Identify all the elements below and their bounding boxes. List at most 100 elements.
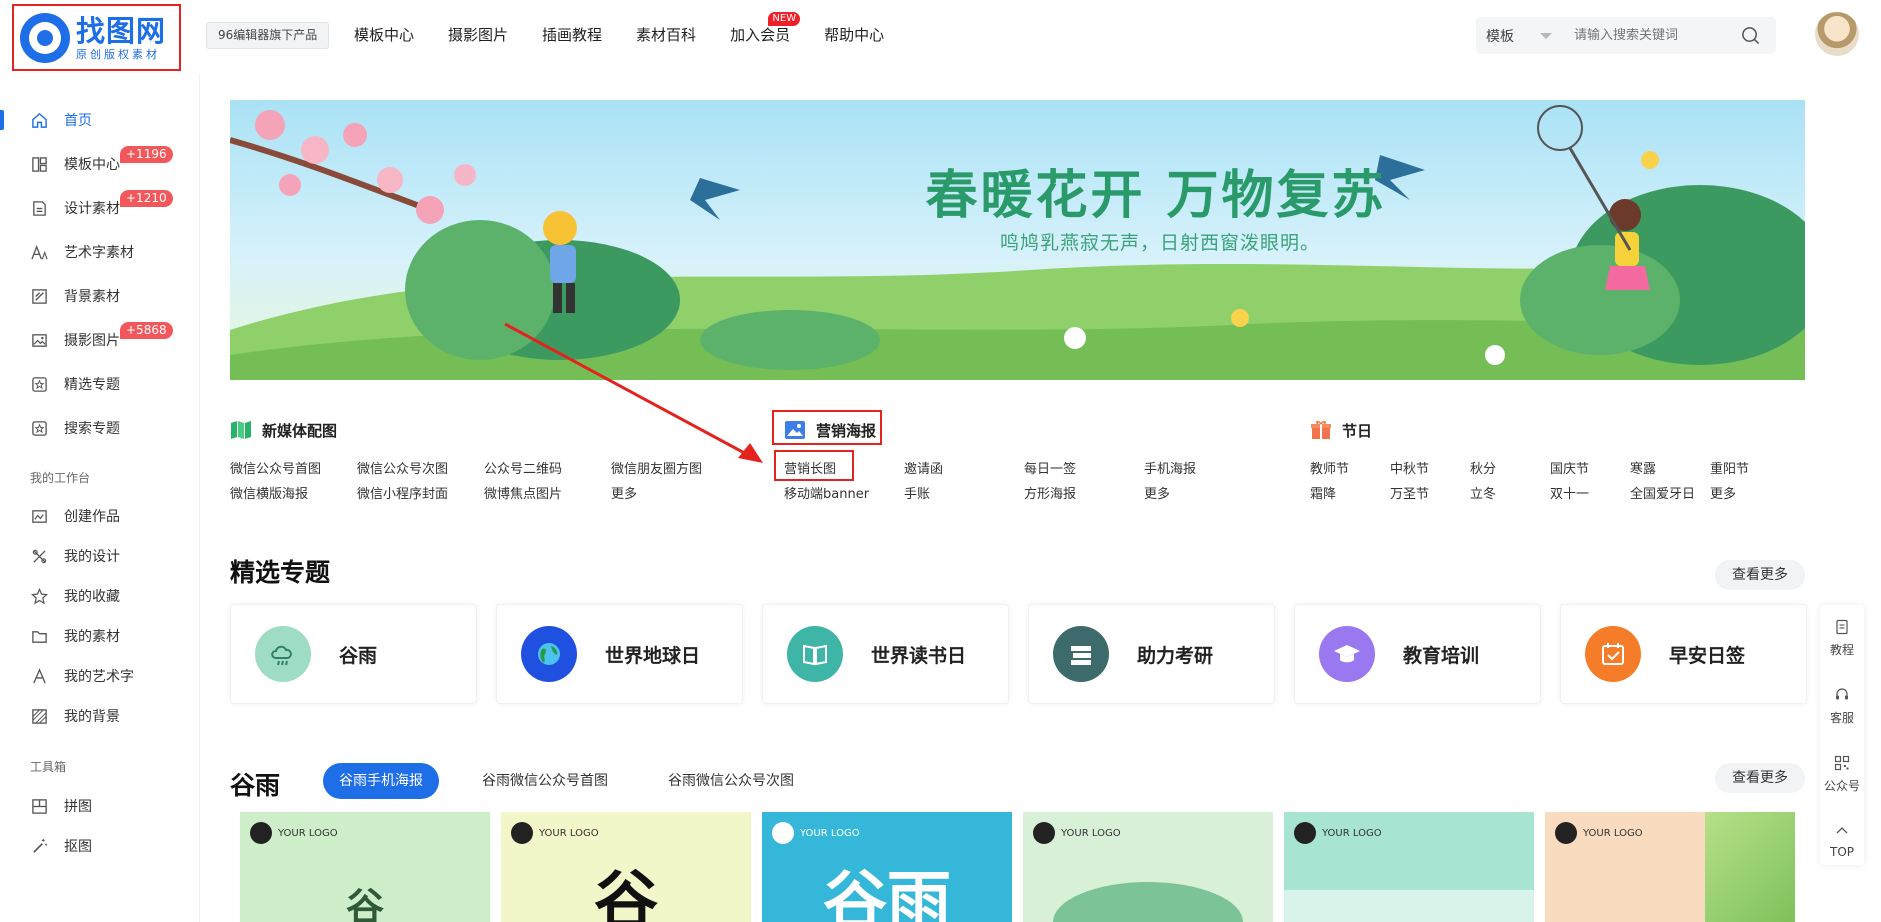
- poster-card[interactable]: YOUR LOGO: [1545, 812, 1795, 922]
- topic-card-education[interactable]: 教育培训: [1294, 604, 1541, 704]
- link-more[interactable]: 更多: [611, 483, 637, 502]
- sidebar-item-background[interactable]: 背景素材: [0, 274, 200, 318]
- link-winter-begins[interactable]: 立冬: [1470, 483, 1496, 502]
- topic-card-book-day[interactable]: 世界读书日: [762, 604, 1009, 704]
- sidebar-item-label: 搜索专题: [64, 421, 120, 437]
- category-title[interactable]: 节日: [1310, 418, 1770, 442]
- sidebar-item-cutout[interactable]: 抠图: [0, 824, 200, 868]
- search-type-select[interactable]: 模板: [1476, 26, 1566, 46]
- poster-card[interactable]: YOUR LOGO 谷: [501, 812, 751, 922]
- rail-back-to-top[interactable]: TOP: [1820, 823, 1864, 859]
- sidebar-item-my-materials[interactable]: 我的素材: [0, 614, 200, 658]
- book-icon: [231, 421, 251, 439]
- link-double-ninth[interactable]: 重阳节: [1710, 458, 1749, 477]
- link-wechat-cover[interactable]: 微信公众号首图: [230, 458, 321, 477]
- sidebar-item-art-text[interactable]: 艺术字素材: [0, 230, 200, 274]
- sidebar-item-featured-topic[interactable]: 精选专题: [0, 362, 200, 406]
- search-input[interactable]: [1574, 28, 1744, 43]
- nav-photos[interactable]: 摄影图片: [448, 24, 508, 46]
- sidebar-item-collage[interactable]: 拼图: [0, 784, 200, 828]
- sidebar-item-label: 拼图: [64, 799, 92, 815]
- link-mobile-poster[interactable]: 手机海报: [1144, 458, 1196, 477]
- star-icon: [31, 587, 48, 604]
- link-teeth-day[interactable]: 全国爱牙日: [1630, 483, 1695, 502]
- topic-card-morning-sign[interactable]: 早安日签: [1560, 604, 1807, 704]
- product-badge[interactable]: 96编辑器旗下产品: [206, 22, 330, 49]
- rail-customer-service[interactable]: 客服: [1820, 687, 1864, 726]
- link-halloween[interactable]: 万圣节: [1390, 483, 1429, 502]
- link-more[interactable]: 更多: [1144, 483, 1170, 502]
- sidebar-item-my-art-text[interactable]: 我的艺术字: [0, 654, 200, 698]
- link-weibo-focus[interactable]: 微博焦点图片: [484, 483, 562, 502]
- search-bar: 模板: [1476, 17, 1776, 54]
- link-wechat-secondary[interactable]: 微信公众号次图: [357, 458, 448, 477]
- poster-logo: YOUR LOGO: [1555, 822, 1643, 844]
- link-national-day[interactable]: 国庆节: [1550, 458, 1589, 477]
- link-square-poster[interactable]: 方形海报: [1024, 483, 1076, 502]
- rail-official-account[interactable]: 公众号: [1820, 755, 1864, 794]
- nav-template-center[interactable]: 模板中心: [354, 24, 414, 46]
- link-cold-dew[interactable]: 寒露: [1630, 458, 1656, 477]
- link-invitation[interactable]: 邀请函: [904, 458, 943, 477]
- site-logo[interactable]: 找图网 原创版权素材: [12, 4, 181, 71]
- rail-tutorial[interactable]: 教程: [1820, 619, 1864, 658]
- book-stack-icon: [1053, 626, 1109, 682]
- sidebar-item-my-background[interactable]: 我的背景: [0, 694, 200, 738]
- sidebar-item-photos[interactable]: 摄影图片 +5868: [0, 318, 200, 362]
- topic-card-exam[interactable]: 助力考研: [1028, 604, 1275, 704]
- hero-banner[interactable]: 春暖花开 万物复苏 鸣鸠乳燕寂无声，日射西窗泼眼明。: [230, 100, 1805, 380]
- poster-card[interactable]: YOUR LOGO: [1284, 812, 1534, 922]
- headset-icon: [1836, 688, 1848, 700]
- featured-more-button[interactable]: 查看更多: [1715, 560, 1805, 590]
- sidebar-item-label: 精选专题: [64, 377, 120, 393]
- link-autumn-equinox[interactable]: 秋分: [1470, 458, 1496, 477]
- nav-illustration-tutorial[interactable]: 插画教程: [542, 24, 602, 46]
- poster-title: 谷雨: [823, 865, 951, 922]
- folder-icon: [32, 630, 47, 643]
- nav-help-center[interactable]: 帮助中心: [824, 24, 884, 46]
- link-double-eleven[interactable]: 双十一: [1550, 483, 1589, 502]
- search-icon[interactable]: [1741, 26, 1760, 45]
- section-title-featured: 精选专题: [230, 558, 331, 587]
- poster-art: [1053, 882, 1243, 922]
- tab-guyu-mobile-poster[interactable]: 谷雨手机海报: [323, 763, 439, 799]
- tab-guyu-wechat-cover[interactable]: 谷雨微信公众号首图: [482, 763, 608, 799]
- sidebar-item-my-design[interactable]: 我的设计: [0, 534, 200, 578]
- sidebar-item-create-work[interactable]: 创建作品: [0, 494, 200, 538]
- rail-label: 客服: [1829, 711, 1854, 725]
- topic-card-earth-day[interactable]: 世界地球日: [496, 604, 743, 704]
- link-frost-descent[interactable]: 霜降: [1310, 483, 1336, 502]
- sidebar-item-template-center[interactable]: 模板中心 +1196: [0, 142, 200, 186]
- hatch-icon: [32, 708, 47, 724]
- logo-dot-icon: [250, 822, 272, 844]
- link-more[interactable]: 更多: [1710, 483, 1736, 502]
- link-miniprogram-cover[interactable]: 微信小程序封面: [357, 483, 448, 502]
- topic-card-guyu[interactable]: 谷雨: [230, 604, 477, 704]
- link-daily-sign[interactable]: 每日一签: [1024, 458, 1076, 477]
- guyu-more-button[interactable]: 查看更多: [1715, 763, 1805, 793]
- avatar[interactable]: [1815, 12, 1859, 56]
- poster-card[interactable]: YOUR LOGO 谷雨: [762, 812, 1012, 922]
- top-nav: 模板中心 摄影图片 插画教程 素材百科 加入会员 NEW 帮助中心: [354, 12, 918, 46]
- sidebar-item-home[interactable]: 首页: [0, 98, 200, 142]
- link-wechat-poster[interactable]: 微信横版海报: [230, 483, 308, 502]
- poster-card[interactable]: YOUR LOGO 谷: [240, 812, 490, 922]
- link-journal[interactable]: 手账: [904, 483, 930, 502]
- cloud-rain-icon: [255, 626, 311, 682]
- nav-join-member[interactable]: 加入会员 NEW: [730, 12, 801, 46]
- sidebar-item-search-topic[interactable]: 搜索专题: [0, 406, 200, 450]
- nav-material-wiki[interactable]: 素材百科: [636, 24, 696, 46]
- poster-art: [1705, 812, 1795, 922]
- poster-card[interactable]: YOUR LOGO: [1023, 812, 1273, 922]
- link-teachers-day[interactable]: 教师节: [1310, 458, 1349, 477]
- tab-guyu-wechat-secondary[interactable]: 谷雨微信公众号次图: [668, 763, 794, 799]
- my-design-icon: [32, 549, 47, 563]
- sidebar-item-label: 设计素材: [64, 201, 120, 217]
- sidebar-item-design-material[interactable]: 设计素材 +1210: [0, 186, 200, 230]
- link-mobile-banner[interactable]: 移动端banner: [784, 483, 869, 502]
- sidebar-item-my-favorites[interactable]: 我的收藏: [0, 574, 200, 618]
- document-icon: [1836, 619, 1848, 635]
- link-mid-autumn[interactable]: 中秋节: [1390, 458, 1429, 477]
- logo-dot-icon: [511, 822, 533, 844]
- poster-logo: YOUR LOGO: [1294, 822, 1382, 844]
